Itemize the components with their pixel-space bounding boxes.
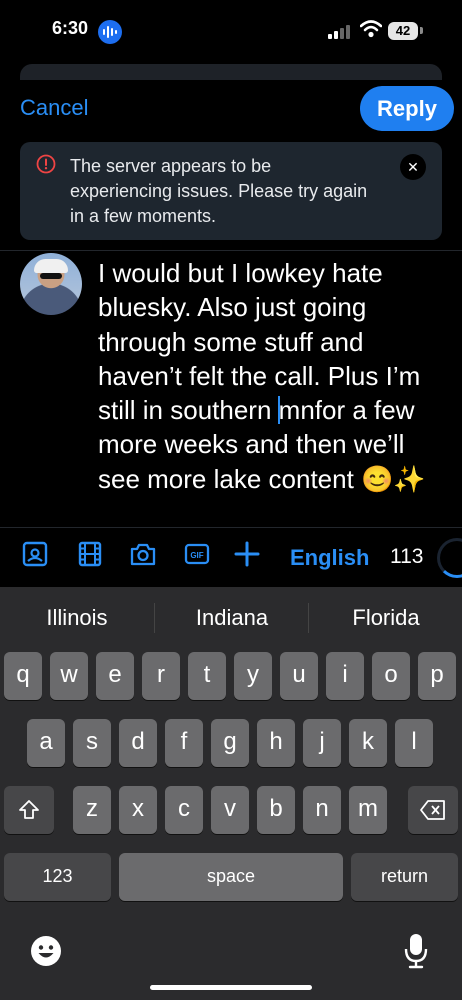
avatar-hat: [34, 259, 68, 273]
space-key[interactable]: space: [119, 853, 343, 901]
key-z[interactable]: z: [73, 786, 111, 834]
suggestion-2[interactable]: Indiana: [155, 605, 309, 631]
key-x[interactable]: x: [119, 786, 157, 834]
key-y[interactable]: y: [234, 652, 272, 700]
key-q[interactable]: q: [4, 652, 42, 700]
alert-circle-icon: [36, 154, 56, 174]
key-i[interactable]: i: [326, 652, 364, 700]
key-v[interactable]: v: [211, 786, 249, 834]
avatar: [20, 253, 82, 315]
shift-key[interactable]: [4, 786, 54, 834]
key-n[interactable]: n: [303, 786, 341, 834]
key-t[interactable]: t: [188, 652, 226, 700]
home-indicator[interactable]: [150, 985, 312, 990]
wifi-icon: [359, 20, 383, 38]
close-icon[interactable]: ✕: [400, 154, 426, 180]
avatar-sunglasses: [40, 273, 62, 279]
numbers-key[interactable]: 123: [4, 853, 111, 901]
key-j[interactable]: j: [303, 719, 341, 767]
camera-icon[interactable]: [129, 540, 157, 568]
key-e[interactable]: e: [96, 652, 134, 700]
battery-level: 42: [388, 22, 418, 40]
underlying-sheet-edge: [20, 64, 442, 80]
key-g[interactable]: g: [211, 719, 249, 767]
error-banner: The server appears to be experiencing is…: [20, 142, 442, 240]
backspace-icon: [420, 800, 445, 820]
key-u[interactable]: u: [280, 652, 318, 700]
shift-icon: [19, 800, 39, 819]
key-d[interactable]: d: [119, 719, 157, 767]
gif-label: GIF: [190, 551, 203, 560]
key-r[interactable]: r: [142, 652, 180, 700]
gif-icon[interactable]: GIF: [183, 540, 211, 568]
key-h[interactable]: h: [257, 719, 295, 767]
divider: [0, 250, 462, 251]
battery-cap: [420, 27, 423, 34]
microphone-icon[interactable]: [404, 933, 428, 969]
key-w[interactable]: w: [50, 652, 88, 700]
key-k[interactable]: k: [349, 719, 387, 767]
language-selector[interactable]: English: [290, 545, 369, 571]
delete-key[interactable]: [408, 786, 458, 834]
key-c[interactable]: c: [165, 786, 203, 834]
key-a[interactable]: a: [27, 719, 65, 767]
keyboard: Illinois Indiana Florida q w e r t y u i…: [0, 587, 462, 1000]
character-count: 113: [390, 545, 424, 568]
status-time: 6:30: [52, 18, 89, 38]
key-m[interactable]: m: [349, 786, 387, 834]
key-s[interactable]: s: [73, 719, 111, 767]
error-message: The server appears to be experiencing is…: [70, 156, 368, 226]
suggestion-1[interactable]: Illinois: [0, 605, 154, 631]
suggestion-3[interactable]: Florida: [309, 605, 462, 631]
key-b[interactable]: b: [257, 786, 295, 834]
key-o[interactable]: o: [372, 652, 410, 700]
divider: [0, 527, 462, 528]
character-progress-ring: [437, 538, 462, 578]
cancel-button[interactable]: Cancel: [20, 95, 88, 121]
key-p[interactable]: p: [418, 652, 456, 700]
cellular-signal-icon: [328, 25, 352, 39]
key-f[interactable]: f: [165, 719, 203, 767]
emoji-icon[interactable]: [30, 935, 62, 967]
post-text-input[interactable]: I would but I lowkey hate bluesky. Also …: [98, 256, 428, 496]
voice-recording-icon: [98, 20, 122, 44]
image-icon[interactable]: [21, 540, 49, 568]
key-l[interactable]: l: [395, 719, 433, 767]
plus-icon[interactable]: [233, 540, 261, 568]
return-key[interactable]: return: [351, 853, 458, 901]
video-icon[interactable]: [76, 540, 104, 568]
reply-button[interactable]: Reply: [360, 86, 454, 131]
